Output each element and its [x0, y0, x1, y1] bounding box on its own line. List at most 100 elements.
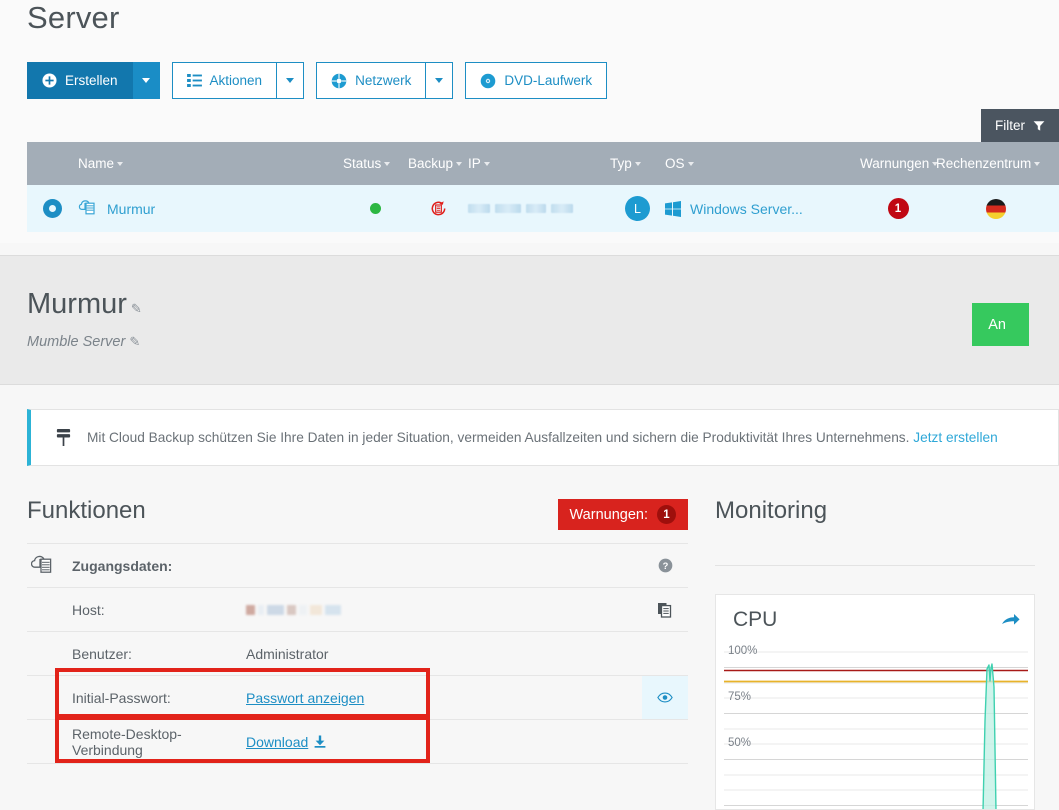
sort-arrow-icon: [1034, 162, 1040, 166]
chart-gridlines: [724, 652, 1028, 790]
th-type-label: Typ: [610, 156, 632, 171]
th-os[interactable]: OS: [665, 156, 860, 171]
type-badge: L: [625, 196, 650, 221]
monitoring-section: Monitoring CPU: [715, 497, 1035, 810]
row-rdp-value: Download: [246, 734, 642, 750]
sort-arrow-icon: [456, 162, 462, 166]
row-datacenter-cell: [936, 199, 1056, 219]
filter-button[interactable]: Filter: [981, 109, 1059, 142]
radio-selected-icon: [43, 199, 62, 218]
edit-name-pencil-icon[interactable]: ✎: [131, 301, 142, 317]
warnings-button[interactable]: Warnungen: 1: [558, 499, 688, 530]
network-button-label: Netzwerk: [355, 74, 411, 88]
server-table: Name Status Backup IP Typ OS Warnungen R…: [27, 142, 1059, 232]
network-button[interactable]: Netzwerk: [316, 62, 426, 99]
power-state-button[interactable]: An: [972, 303, 1029, 346]
cpu-chart-svg: [724, 651, 1028, 810]
th-ip[interactable]: IP: [468, 156, 610, 171]
cloud-backup-icon: [55, 428, 72, 447]
server-detail-header: Murmur ✎ Mumble Server ✎ An: [0, 255, 1059, 385]
th-datacenter[interactable]: Rechenzentrum: [936, 156, 1056, 171]
eye-icon[interactable]: [642, 676, 688, 719]
create-dropdown-toggle[interactable]: [133, 62, 160, 99]
actions-button-group: Aktionen: [172, 62, 305, 99]
th-backup-label: Backup: [408, 156, 453, 171]
create-button[interactable]: Erstellen: [27, 62, 133, 99]
row-benutzer: Benutzer: Administrator: [27, 631, 688, 675]
row-rdp: Remote-Desktop-Verbindung Download: [27, 719, 688, 763]
open-chart-arrow-icon[interactable]: [1002, 613, 1020, 633]
toolbar: Erstellen Aktionen Netzwerk: [27, 62, 619, 99]
warnings-button-count: 1: [657, 505, 676, 524]
th-warnings[interactable]: Warnungen: [860, 156, 936, 171]
actions-dropdown-toggle[interactable]: [277, 62, 304, 99]
row-rdp-label: Remote-Desktop-Verbindung: [27, 726, 246, 758]
th-name[interactable]: Name: [78, 156, 343, 171]
th-os-label: OS: [665, 156, 685, 171]
row-initial-password-value: Passwort anzeigen: [246, 690, 642, 706]
row-host-value: [246, 605, 642, 615]
download-rdp-link[interactable]: Download: [246, 734, 326, 750]
th-type[interactable]: Typ: [610, 156, 665, 171]
row-benutzer-label: Benutzer:: [27, 646, 246, 662]
sort-arrow-icon: [688, 162, 694, 166]
credentials-cloud-icon: [31, 555, 57, 577]
th-ip-label: IP: [468, 156, 481, 171]
help-icon[interactable]: ?: [642, 558, 688, 573]
plus-circle-icon: [42, 73, 57, 88]
edit-subtitle-pencil-icon[interactable]: ✎: [129, 334, 140, 350]
funnel-icon: [1033, 120, 1045, 132]
row-initial-password-label: Initial-Passwort:: [27, 690, 246, 706]
actions-button[interactable]: Aktionen: [172, 62, 278, 99]
banner-message: Mit Cloud Backup schützen Sie Ihre Daten…: [87, 430, 909, 445]
row-initial-password: Initial-Passwort: Passwort anzeigen: [27, 675, 688, 719]
th-name-label: Name: [78, 156, 114, 171]
page-title: Server: [27, 0, 120, 36]
dvd-button-label: DVD-Laufwerk: [504, 74, 592, 88]
row-status-cell: [343, 203, 408, 214]
row-os-cell: Windows Server...: [665, 201, 860, 217]
th-status[interactable]: Status: [343, 156, 408, 171]
row-warnings-cell[interactable]: 1: [860, 198, 936, 219]
warning-count-badge: 1: [888, 198, 909, 219]
cpu-ytick-75: 75%: [726, 691, 753, 703]
status-running-icon: [370, 203, 381, 214]
sort-arrow-icon: [484, 162, 490, 166]
row-name-label: Murmur: [107, 201, 155, 217]
server-name-heading: Murmur ✎: [27, 288, 142, 321]
banner-text: Mit Cloud Backup schützen Sie Ihre Daten…: [87, 430, 998, 445]
dvd-button-group: DVD-Laufwerk: [465, 62, 607, 99]
germany-flag-icon: [986, 199, 1006, 219]
network-dropdown-toggle[interactable]: [426, 62, 453, 99]
th-status-label: Status: [343, 156, 381, 171]
row-select-radio[interactable]: [27, 199, 78, 218]
server-name-text: Murmur: [27, 288, 127, 321]
host-redacted: [246, 605, 642, 615]
filter-button-label: Filter: [995, 118, 1025, 133]
row-host-label: Host:: [27, 602, 246, 618]
dvd-drive-button[interactable]: DVD-Laufwerk: [465, 62, 607, 99]
table-row[interactable]: Murmur L Windows S: [27, 185, 1059, 232]
row-backup-cell[interactable]: [408, 199, 468, 218]
th-backup[interactable]: Backup: [408, 156, 468, 171]
monitoring-title: Monitoring: [715, 497, 1035, 525]
copy-icon[interactable]: [642, 602, 688, 618]
row-spacer: [27, 763, 688, 783]
banner-link[interactable]: Jetzt erstellen: [913, 430, 997, 445]
list-icon: [187, 74, 202, 87]
table-header-row: Name Status Backup IP Typ OS Warnungen R…: [27, 142, 1059, 185]
row-benutzer-value: Administrator: [246, 646, 642, 662]
cpu-chart-plot: 100% 75% 50%: [724, 651, 1026, 809]
row-name-cell[interactable]: Murmur: [78, 200, 343, 217]
row-host: Host:: [27, 587, 688, 631]
show-password-link[interactable]: Passwort anzeigen: [246, 690, 364, 706]
create-button-group: Erstellen: [27, 62, 160, 99]
cpu-card-title: CPU: [733, 608, 777, 632]
power-state-label: An: [988, 317, 1006, 333]
chevron-down-icon: [435, 78, 443, 83]
warnings-button-label: Warnungen:: [570, 507, 648, 523]
create-button-label: Erstellen: [65, 74, 118, 88]
row-type-cell: L: [610, 196, 665, 221]
download-icon: [314, 735, 326, 748]
cpu-ytick-100: 100%: [726, 645, 759, 657]
